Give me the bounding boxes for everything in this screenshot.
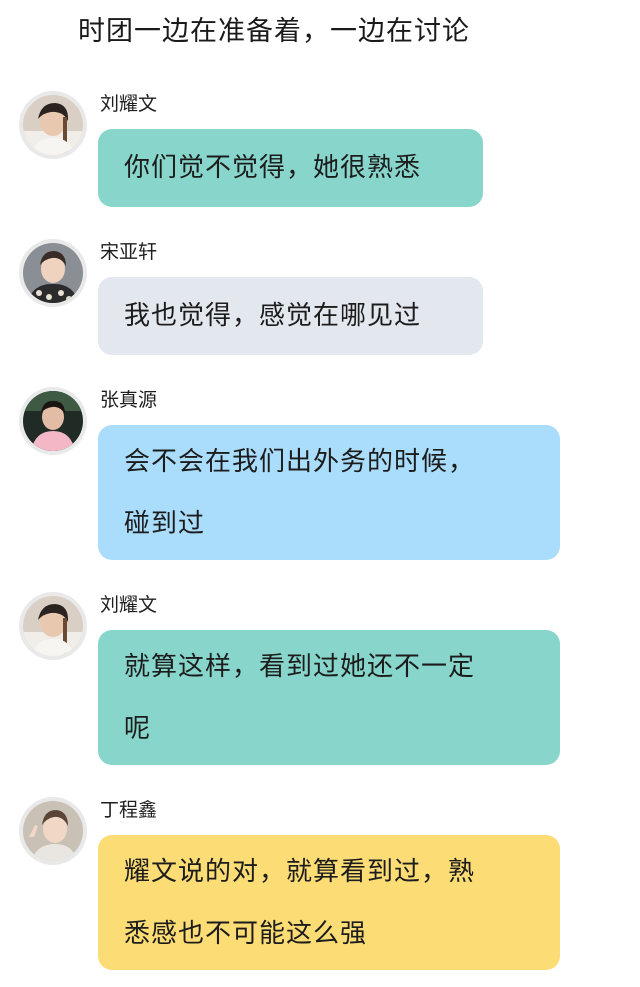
narration-text: 时团一边在准备着，一边在讨论 bbox=[78, 16, 470, 47]
avatar[interactable] bbox=[19, 239, 87, 307]
message-bubble[interactable]: 会不会在我们出外务的时候， 碰到过 bbox=[98, 425, 560, 560]
message-bubble[interactable]: 耀文说的对，就算看到过，熟 悉感也不可能这么强 bbox=[98, 835, 560, 970]
avatar-liu-yaowen-icon bbox=[23, 596, 83, 656]
avatar[interactable] bbox=[19, 592, 87, 660]
message-text: 碰到过 bbox=[124, 509, 206, 539]
sender-name: 刘耀文 bbox=[100, 594, 158, 616]
message-bubble[interactable]: 就算这样，看到过她还不一定 呢 bbox=[98, 630, 560, 765]
message-text: 耀文说的对，就算看到过，熟 bbox=[124, 857, 476, 887]
avatar[interactable] bbox=[19, 91, 87, 159]
message-text: 悉感也不可能这么强 bbox=[124, 919, 368, 949]
message-text: 我也觉得，感觉在哪见过 bbox=[124, 301, 422, 331]
message-text: 会不会在我们出外务的时候， bbox=[124, 447, 476, 477]
message-text: 呢 bbox=[124, 714, 152, 744]
avatar-liu-yaowen-icon bbox=[23, 95, 83, 155]
message-bubble[interactable]: 我也觉得，感觉在哪见过 bbox=[98, 277, 483, 355]
message-text: 你们觉不觉得，她很熟悉 bbox=[124, 153, 422, 183]
sender-name: 张真源 bbox=[100, 389, 158, 411]
chat-screen: 时团一边在准备着，一边在讨论 刘耀文 你们觉不觉得，她很熟悉 宋亚轩 我也觉得，… bbox=[0, 0, 640, 987]
message-bubble[interactable]: 你们觉不觉得，她很熟悉 bbox=[98, 129, 483, 207]
sender-name: 丁程鑫 bbox=[100, 799, 158, 821]
avatar-ding-chengxin-icon bbox=[23, 801, 83, 861]
sender-name: 宋亚轩 bbox=[100, 241, 158, 263]
message-text: 就算这样，看到过她还不一定 bbox=[124, 652, 476, 682]
avatar-song-yaxuan-icon bbox=[23, 243, 83, 303]
avatar[interactable] bbox=[19, 387, 87, 455]
avatar-zhang-zhenyuan-icon bbox=[23, 391, 83, 451]
avatar[interactable] bbox=[19, 797, 87, 865]
sender-name: 刘耀文 bbox=[100, 93, 158, 115]
